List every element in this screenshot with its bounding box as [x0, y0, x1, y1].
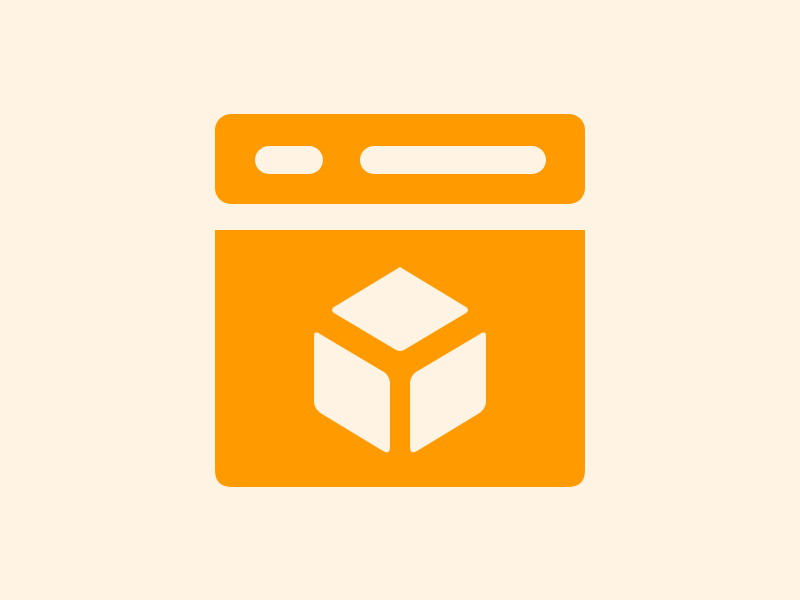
header-pill-large	[360, 146, 546, 174]
icon-canvas	[0, 0, 800, 600]
header-pill-small	[255, 146, 323, 174]
browser-cube-icon	[0, 0, 800, 600]
browser-cube-icon-svg	[0, 0, 800, 600]
